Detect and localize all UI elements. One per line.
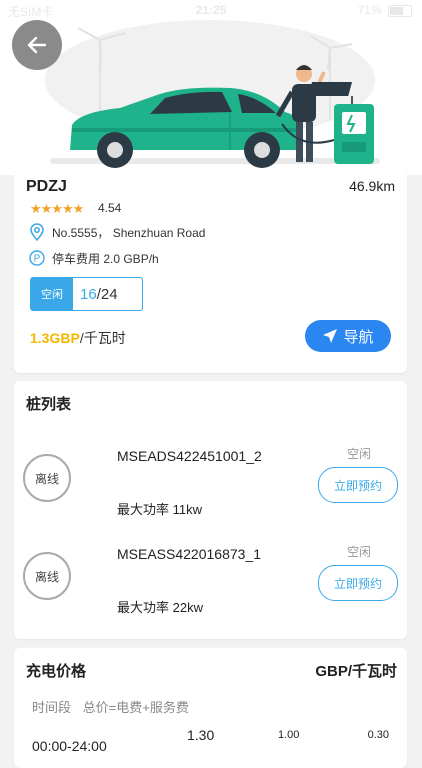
pile-status: 空闲	[346, 447, 371, 461]
pile-max-power: 最大功率 22kw	[117, 600, 203, 615]
pile-max-power: 最大功率 11kw	[117, 502, 202, 517]
parking-fee: 停车费用 2.0 GBP/h	[52, 251, 159, 266]
navigate-label: 导航	[343, 328, 374, 346]
total-header: 总价=电费+服务费	[82, 700, 189, 715]
battery-icon	[388, 4, 412, 17]
station-distance: 46.9km	[349, 178, 395, 194]
address-row: No.5555， Shenzhuan Road	[28, 223, 205, 241]
battery-status: 71%	[358, 3, 412, 17]
period-header: 时间段	[32, 700, 72, 715]
pile-list-card: 桩列表 离线 MSEADS422451001_2 最大功率 11kw 空闲 立即…	[14, 381, 407, 639]
station-name: PDZJ	[26, 178, 67, 195]
station-address: No.5555， Shenzhuan Road	[52, 225, 206, 240]
book-now-button[interactable]: 立即预约	[318, 565, 398, 601]
charging-price: 1.3GBP/千瓦时	[30, 328, 126, 348]
pile-code: MSEADS422451001_2	[117, 448, 262, 464]
battery-percent: 71%	[357, 3, 382, 17]
back-arrow-icon	[27, 36, 47, 54]
station-info-card: PDZJ 46.9km ★★★★★ 4.54 No.5555， Shenzhua…	[14, 168, 407, 373]
svg-text:P: P	[34, 254, 41, 265]
pile-code: MSEASS422016873_1	[117, 546, 261, 562]
price-total: 1.30	[187, 727, 215, 743]
pile-state-badge: 离线	[23, 552, 71, 600]
navigate-arrow-icon	[323, 329, 338, 343]
location-pin-icon	[28, 223, 46, 241]
charging-price-title: 充电价格	[26, 663, 87, 680]
parking-row: P 停车费用 2.0 GBP/h	[28, 249, 159, 267]
pile-status: 空闲	[346, 545, 371, 559]
pile-item: 离线 MSEASS422016873_1 最大功率 22kw 空闲 立即预约	[14, 531, 407, 629]
price-electricity: 1.00	[278, 729, 300, 741]
hero-illustration	[0, 0, 422, 175]
price-unit: /千瓦时	[79, 330, 126, 346]
availability-count: 16/24	[80, 286, 118, 303]
navigate-button[interactable]: 导航	[305, 320, 391, 352]
rating-stars: ★★★★★	[30, 201, 84, 216]
price-service: 0.30	[367, 729, 389, 741]
price-table-header: 时间段 总价=电费+服务费	[32, 697, 197, 716]
availability-box: 空闲 16/24	[30, 277, 143, 311]
ev-charging-illustration	[45, 20, 380, 168]
parking-icon: P	[28, 249, 46, 267]
rating-value: 4.54	[98, 201, 122, 215]
availability-status: 空闲	[31, 278, 73, 310]
price-period: 00:00-24:00	[32, 738, 107, 754]
total-count: /24	[96, 285, 118, 303]
charging-price-card: 充电价格 GBP/千瓦时 时间段 总价=电费+服务费 1.30 1.00 0.3…	[14, 648, 407, 768]
available-count: 16	[80, 285, 97, 303]
book-now-button[interactable]: 立即预约	[318, 467, 398, 503]
pile-item: 离线 MSEADS422451001_2 最大功率 11kw 空闲 立即预约	[14, 433, 407, 531]
price-value: 1.3GBP	[30, 330, 80, 346]
charging-price-unit: GBP/千瓦时	[315, 663, 397, 680]
back-button[interactable]	[12, 20, 62, 70]
status-bar: 无SIM卡 21:25 71%	[0, 0, 422, 22]
pile-state-badge: 离线	[23, 454, 71, 502]
pile-list-title: 桩列表	[26, 396, 72, 413]
